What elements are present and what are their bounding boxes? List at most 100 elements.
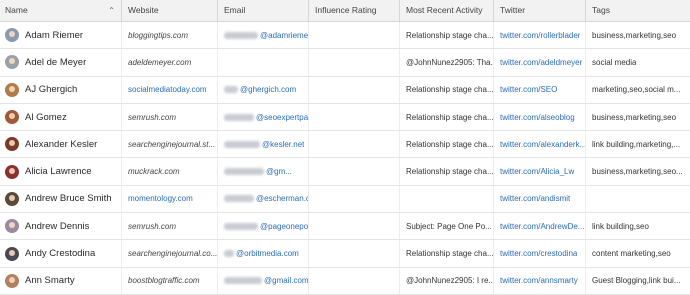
activity-text: Relationship stage cha...	[406, 139, 493, 149]
cell-influence	[309, 185, 400, 213]
email-link[interactable]: @orbitmedia.com	[236, 249, 299, 258]
cell-twitter: twitter.com/annsmarty	[494, 267, 586, 294]
cell-website: semrush.com	[122, 103, 218, 131]
tags-text: Guest Blogging,link bui...	[592, 276, 681, 286]
cell-name[interactable]: Andrew Dennis	[0, 213, 122, 240]
column-header-label: Website	[128, 5, 159, 15]
redacted-email-prefix	[224, 277, 262, 285]
redacted-email-prefix	[224, 168, 264, 176]
email-link[interactable]: @pageonepow...	[260, 222, 308, 231]
twitter-link[interactable]: twitter.com/crestodina	[500, 249, 577, 258]
table-row[interactable]: AJ Ghergich socialmediatoday.com @ghergich…	[0, 76, 690, 104]
avatar	[5, 55, 19, 70]
cell-activity: @JohnNunez2905: Tha...	[400, 49, 494, 76]
column-header-label: Twitter	[500, 5, 526, 15]
cell-name[interactable]: Alexander Kesler	[0, 131, 122, 158]
column-header-label: Most Recent Activity	[406, 5, 483, 15]
contact-name[interactable]: Andrew Bruce Smith	[25, 193, 112, 204]
table-row[interactable]: Alicia Lawrence muckrack.com @gm... Relatio…	[0, 158, 690, 186]
twitter-link[interactable]: twitter.com/Alicia_Lw	[500, 167, 574, 176]
email-link[interactable]: @ghergich.com	[240, 85, 296, 94]
cell-influence	[309, 267, 400, 294]
grid-header: Name ⌃ Website Email Influence Rating Mo…	[0, 0, 690, 22]
cell-activity: Relationship stage cha...	[400, 22, 494, 49]
redacted-email-prefix	[224, 86, 238, 94]
contact-name[interactable]: Andrew Dennis	[25, 221, 89, 232]
cell-name[interactable]: Adel de Meyer	[0, 49, 122, 76]
contact-name[interactable]: Ann Smarty	[25, 275, 75, 286]
twitter-link[interactable]: twitter.com/adeldmeyer	[500, 58, 582, 67]
cell-name[interactable]: Andy Crestodina	[0, 240, 122, 267]
column-header-label: Influence Rating	[315, 5, 377, 15]
email-link[interactable]: @gmail.com	[264, 276, 308, 285]
tags-text: link building,marketing,...	[592, 139, 681, 149]
cell-twitter: twitter.com/Alicia_Lw	[494, 158, 586, 185]
table-row[interactable]: Adel de Meyer adeldemeyer.com @JohnNunez29…	[0, 49, 690, 77]
website-link[interactable]: momentology.com	[128, 194, 193, 203]
contact-name[interactable]: Alexander Kesler	[25, 139, 97, 150]
cell-name[interactable]: AJ Ghergich	[0, 76, 122, 103]
column-header-activity[interactable]: Most Recent Activity	[400, 0, 494, 21]
table-row[interactable]: Andrew Bruce Smith momentology.com @escher…	[0, 185, 690, 214]
cell-tags: content marketing,seo	[586, 240, 690, 266]
table-row[interactable]: Al Gomez semrush.com @seoexpertpage.com Rel…	[0, 103, 690, 132]
column-header-tags[interactable]: Tags	[586, 0, 690, 21]
cell-email	[218, 49, 309, 76]
twitter-link[interactable]: twitter.com/annsmarty	[500, 276, 578, 285]
activity-text: @JohnNunez2905: I re...	[406, 276, 493, 286]
avatar	[5, 164, 19, 179]
column-header-website[interactable]: Website	[122, 0, 218, 21]
cell-website: muckrack.com	[122, 158, 218, 185]
cell-name[interactable]: Adam Riemer	[0, 22, 122, 49]
table-row[interactable]: Andy Crestodina searchenginejournal.co...…	[0, 240, 690, 268]
tags-text: business,marketing,seo	[592, 112, 677, 122]
column-header-influence[interactable]: Influence Rating	[309, 0, 400, 21]
cell-website: searchenginejournal.co...	[122, 240, 218, 267]
twitter-link[interactable]: twitter.com/SEO	[500, 85, 557, 94]
cell-twitter: twitter.com/andismit	[494, 185, 586, 213]
cell-activity: Subject: Page One Po...	[400, 213, 494, 240]
column-header-label: Tags	[592, 5, 610, 15]
cell-name[interactable]: Andrew Bruce Smith	[0, 185, 122, 213]
cell-tags: link building,seo	[586, 213, 690, 239]
contact-name[interactable]: Andy Crestodina	[25, 248, 95, 259]
activity-text: Relationship stage cha...	[406, 167, 493, 177]
contact-name[interactable]: Alicia Lawrence	[25, 166, 92, 177]
twitter-link[interactable]: twitter.com/AndrewDe...	[500, 222, 584, 231]
contact-name[interactable]: Adel de Meyer	[25, 57, 86, 68]
column-header-name[interactable]: Name ⌃	[0, 0, 122, 21]
cell-email: @pageonepow...	[218, 213, 309, 240]
contact-name[interactable]: Al Gomez	[25, 112, 67, 123]
website-link[interactable]: socialmediatoday.com	[128, 85, 207, 94]
cell-email: @gmail.com	[218, 267, 309, 294]
cell-name[interactable]: Al Gomez	[0, 103, 122, 131]
column-header-email[interactable]: Email	[218, 0, 309, 21]
cell-tags: social media	[586, 49, 690, 75]
table-row[interactable]: Adam Riemer bloggingtips.com @adamriemer.m…	[0, 22, 690, 50]
email-link[interactable]: @seoexpertpage.com	[256, 113, 308, 122]
avatar	[5, 219, 19, 234]
email-link[interactable]: @kesler.net	[262, 140, 304, 149]
email-link[interactable]: @adamriemer.me	[260, 31, 308, 40]
cell-activity	[400, 185, 494, 213]
cell-name[interactable]: Alicia Lawrence	[0, 158, 122, 185]
column-header-twitter[interactable]: Twitter	[494, 0, 586, 21]
table-row[interactable]: Alexander Kesler searchenginejournal.st..…	[0, 131, 690, 159]
twitter-link[interactable]: twitter.com/alexanderk...	[500, 140, 585, 149]
table-row[interactable]: Ann Smarty boostblogtraffic.com @gmail.com…	[0, 267, 690, 295]
twitter-link[interactable]: twitter.com/rollerblader	[500, 31, 580, 40]
cell-activity: Relationship stage cha...	[400, 76, 494, 103]
twitter-link[interactable]: twitter.com/alseoblog	[500, 113, 575, 122]
table-row[interactable]: Andrew Dennis semrush.com @pageonepow... Su…	[0, 213, 690, 241]
contact-name[interactable]: Adam Riemer	[25, 30, 83, 41]
redacted-email-prefix	[224, 140, 260, 148]
chevron-up-icon[interactable]: ⌃	[108, 0, 115, 21]
cell-name[interactable]: Ann Smarty	[0, 267, 122, 294]
email-link[interactable]: @gm...	[266, 167, 292, 176]
column-header-label: Email	[224, 5, 246, 15]
contact-name[interactable]: AJ Ghergich	[25, 84, 77, 95]
email-link[interactable]: @escherman.co...	[256, 194, 308, 203]
cell-tags: business,marketing,seo	[586, 104, 690, 130]
cell-influence	[309, 49, 400, 76]
twitter-link[interactable]: twitter.com/andismit	[500, 194, 570, 203]
